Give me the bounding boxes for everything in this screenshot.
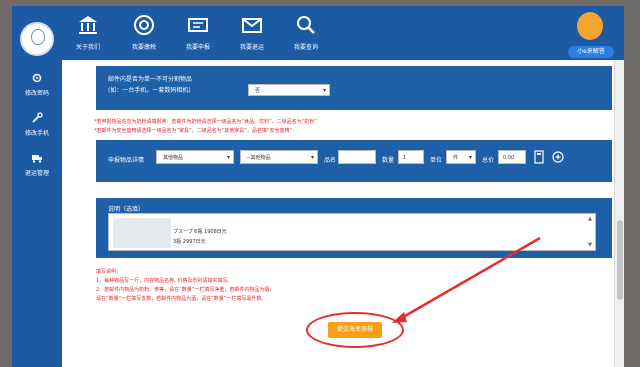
watermark-url: jingyan.baidu.com (528, 340, 584, 347)
watermark-logo: Bai❀ 经验 (512, 321, 582, 337)
annotation-arrow-icon (392, 236, 541, 323)
